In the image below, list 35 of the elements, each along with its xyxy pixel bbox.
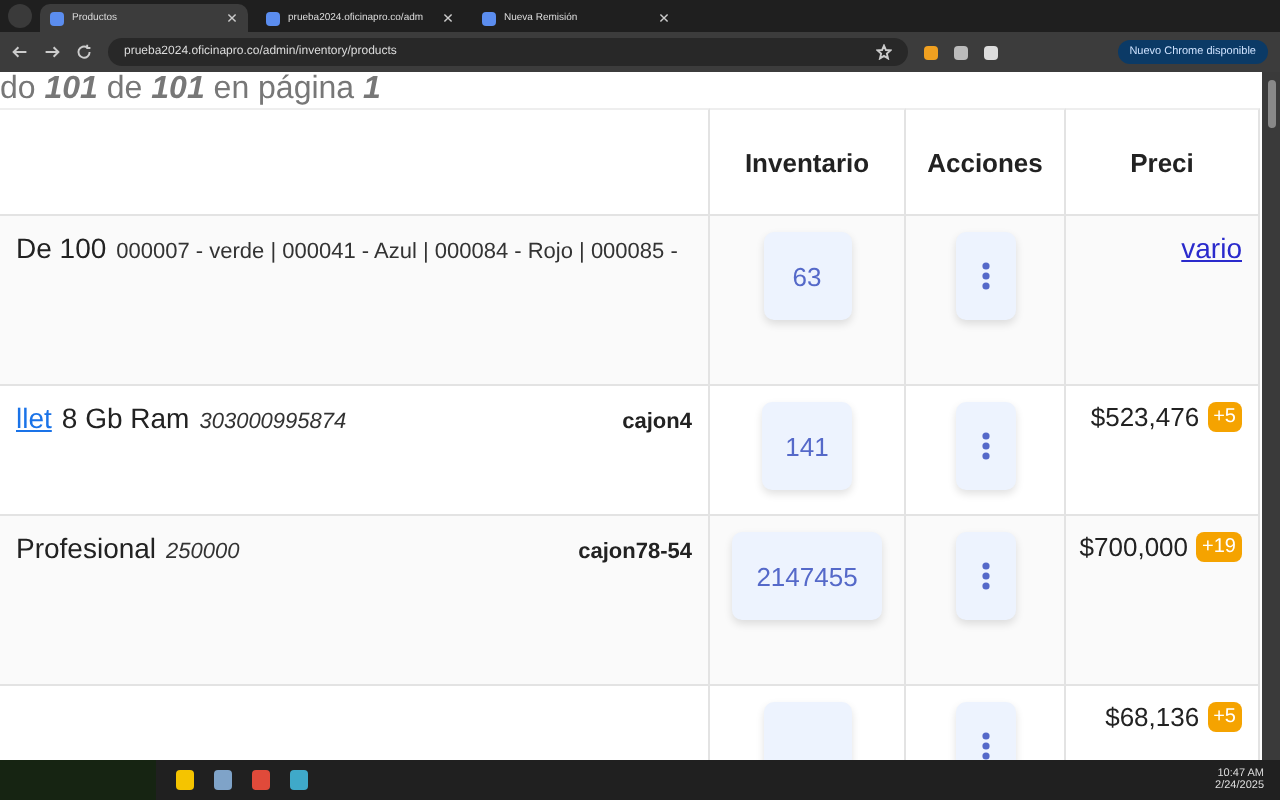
site-icon (266, 11, 280, 25)
inventory-button[interactable]: 141 (761, 402, 853, 490)
location-label: cajon78-54 (578, 540, 692, 564)
reload-icon[interactable] (76, 44, 92, 60)
forward-arrow-icon[interactable] (44, 44, 60, 60)
markup-badge: +19 (1196, 532, 1242, 562)
inventory-button[interactable]: 2147455 (732, 532, 882, 620)
price-text: $700,000 (1079, 532, 1189, 562)
product-detail: 303000995874 (199, 410, 347, 434)
product-detail: 250000 (166, 540, 240, 564)
results-summary: do 101 de 101 en página 1 (0, 72, 383, 108)
inventory-button[interactable]: 63 (763, 232, 851, 320)
more-vertical-icon (981, 732, 989, 760)
scrollbar[interactable] (1262, 72, 1280, 760)
markup-badge: +5 (1207, 702, 1242, 732)
product-name: Profesional (16, 532, 157, 564)
site-icon (50, 11, 64, 25)
location-label: cajon4 (622, 410, 692, 434)
price-text: $68,136 (1105, 702, 1200, 732)
site-icon (482, 11, 496, 25)
close-icon[interactable] (442, 12, 454, 24)
price-text: $523,476 (1090, 402, 1200, 432)
markup-badge: +5 (1207, 402, 1242, 432)
more-vertical-icon (981, 432, 989, 460)
more-vertical-icon (981, 562, 989, 590)
product-link[interactable]: llet (16, 402, 52, 434)
back-arrow-icon[interactable] (12, 44, 28, 60)
product-name: De 100 (16, 232, 107, 264)
close-icon[interactable] (226, 12, 238, 24)
product-detail: 000007 - verde | 000041 - Azul | 000084 - Rojo | 000085 - (116, 240, 678, 264)
product-name: 8 Gb Ram (61, 402, 190, 434)
price-link[interactable]: vario (1181, 232, 1242, 264)
star-icon[interactable] (876, 44, 892, 60)
close-icon[interactable] (658, 12, 670, 24)
more-vertical-icon (981, 262, 989, 290)
